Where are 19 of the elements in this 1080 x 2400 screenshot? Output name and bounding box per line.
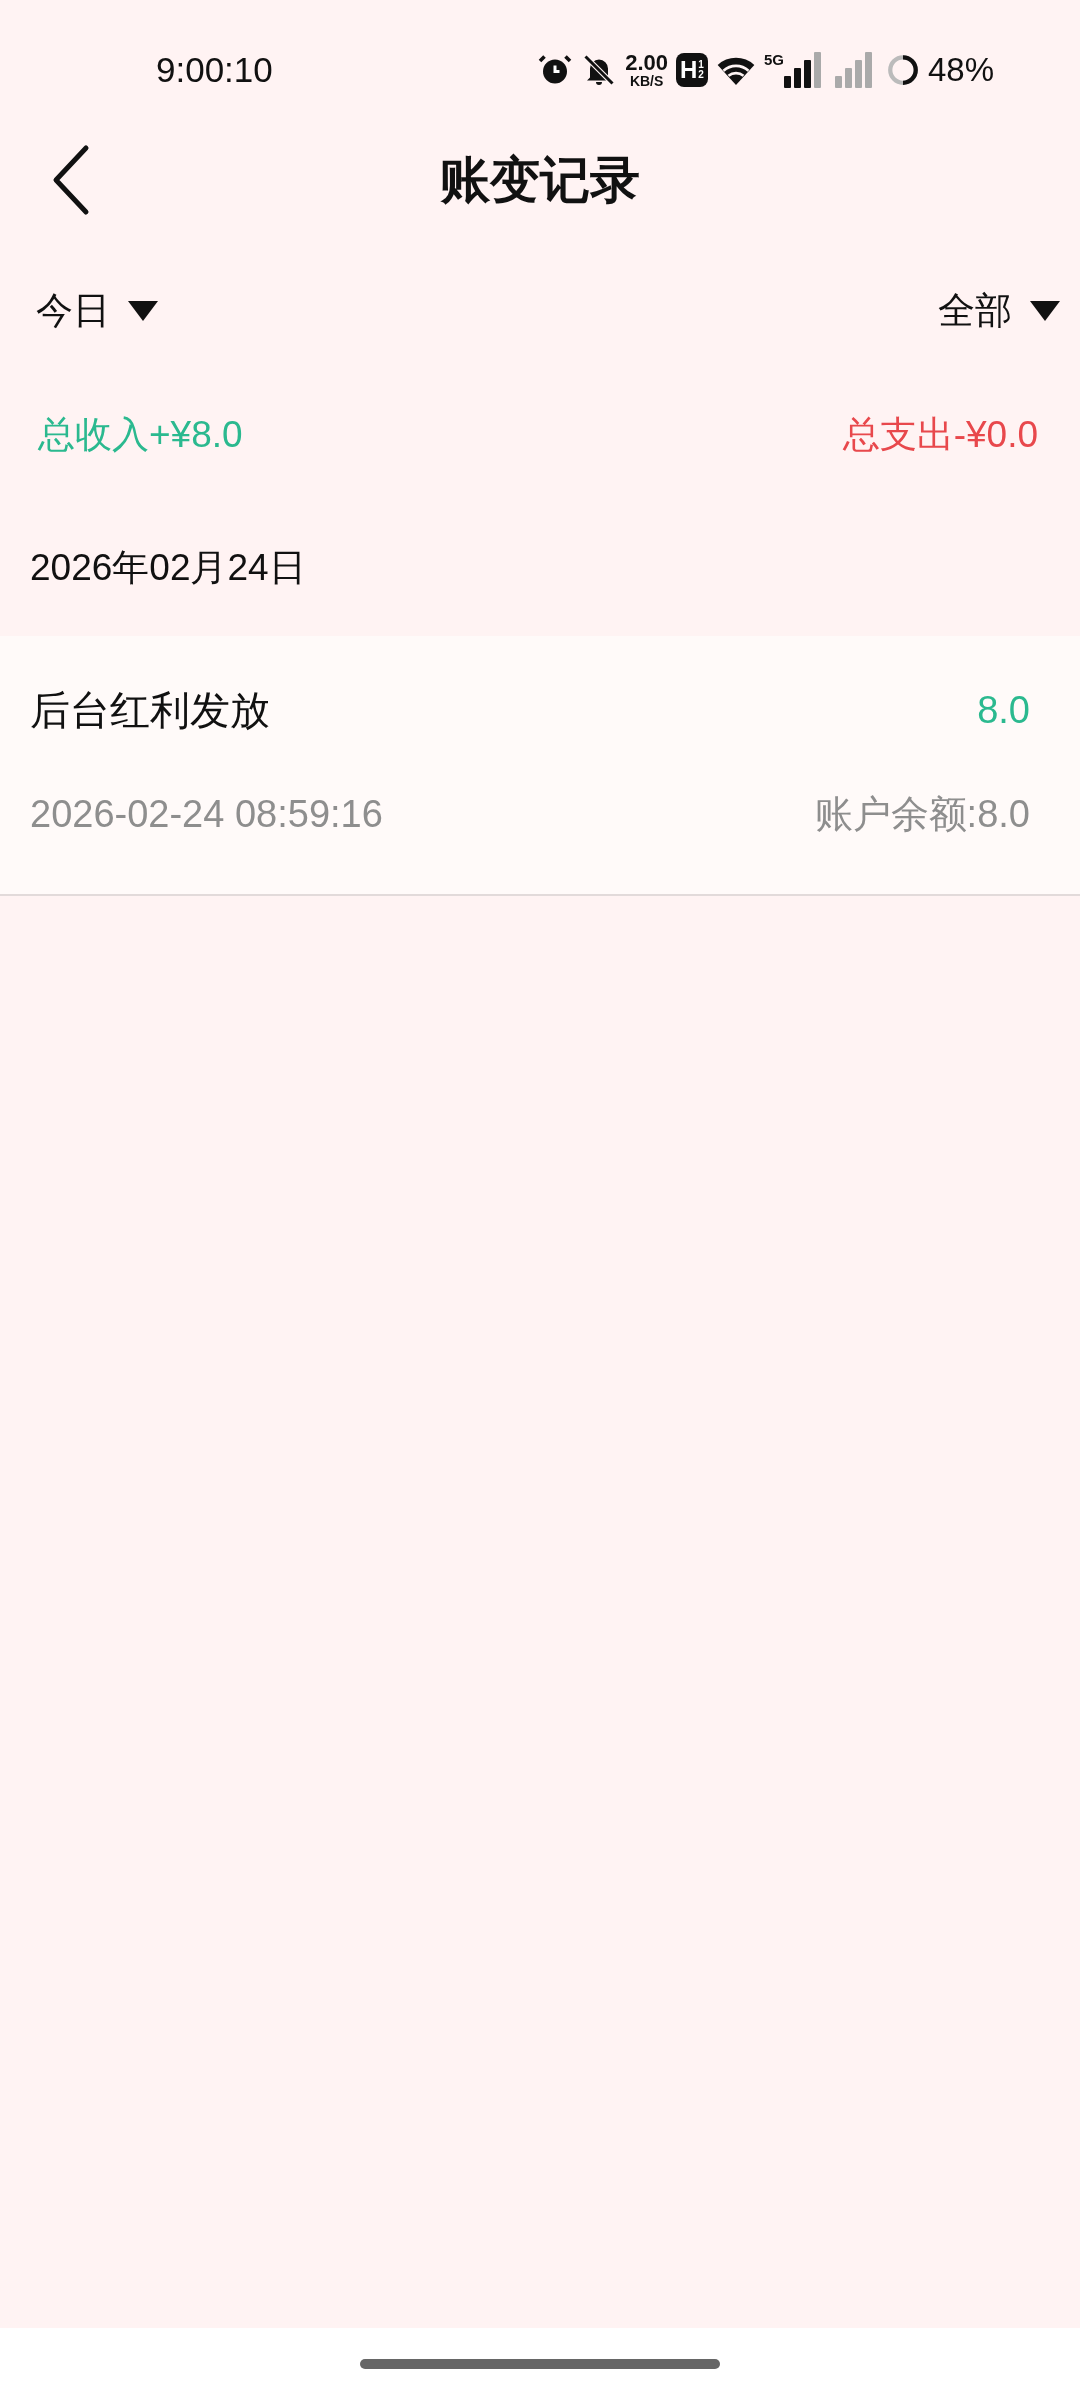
battery-ring-icon (885, 53, 920, 87)
speed-unit: KB/S (629, 74, 664, 88)
caret-icon (1030, 301, 1060, 321)
date-heading: 2026年02月24日 (29, 546, 307, 590)
battery-level: 48% (927, 51, 994, 89)
signal-icon (783, 52, 824, 88)
speed-value: 2.00 (625, 52, 668, 74)
total-expense: 总支出-¥0.0 (842, 413, 1038, 457)
record-balance: 账户余额:8.0 (814, 791, 1030, 837)
total-income: 总收入+¥8.0 (38, 413, 243, 457)
network-label: 5G (763, 52, 784, 67)
caret-icon (128, 301, 158, 321)
filter-dropdown[interactable]: 今日 (36, 286, 158, 336)
status-time: 9:00:10 (156, 50, 273, 90)
filter-dropdown[interactable]: 全部 (938, 286, 1060, 336)
record-title: 后台红利发放 (30, 685, 270, 735)
page-title: 账变记录 (440, 149, 640, 211)
record-time: 2026-02-24 08:59:16 (30, 792, 383, 836)
record-amount: 8.0 (977, 688, 1030, 732)
